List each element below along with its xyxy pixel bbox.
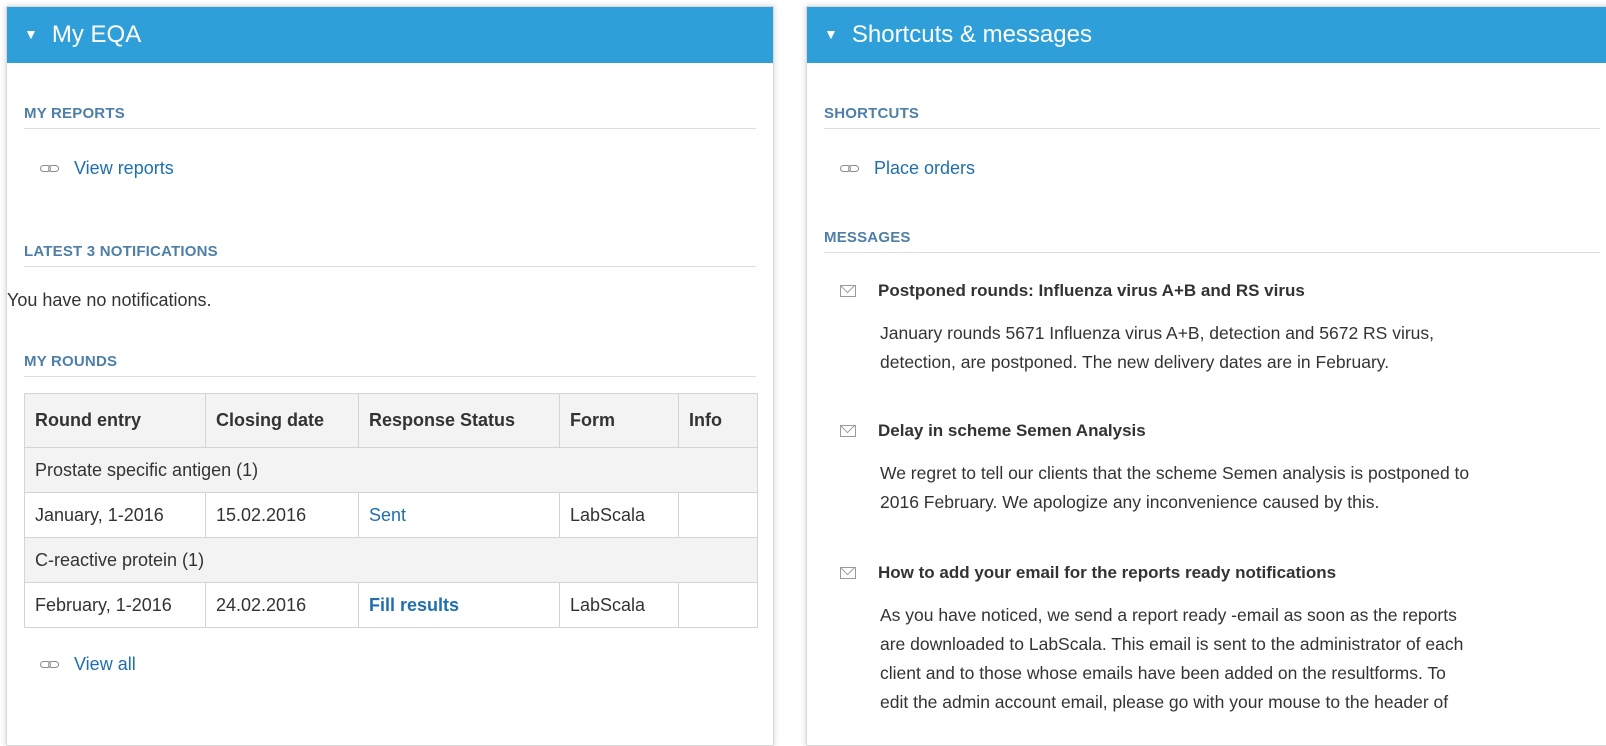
- message-line: January rounds 5671 Influenza virus A+B,…: [880, 323, 1435, 343]
- message-item: Delay in scheme Semen Analysis We regret…: [840, 421, 1570, 517]
- message-line: are downloaded to LabScala. This email i…: [880, 634, 1464, 654]
- info-cell: [678, 582, 758, 628]
- round-entry-cell: February, 1-2016: [24, 582, 206, 628]
- message-line: edit the admin account email, please go …: [880, 692, 1449, 712]
- message-line: 2016 February. We apologize any inconven…: [880, 492, 1380, 512]
- group-name: C-reactive protein (1): [24, 537, 758, 583]
- col-info[interactable]: Info: [678, 393, 758, 448]
- shortcuts-panel-header[interactable]: ▼ Shortcuts & messages: [807, 7, 1606, 63]
- response-status-cell: Sent: [358, 492, 560, 538]
- form-cell: LabScala: [559, 492, 679, 538]
- table-group-row: Prostate specific antigen (1): [24, 447, 758, 493]
- message-line: client and to those whose emails have be…: [880, 663, 1446, 683]
- closing-date-cell: 24.02.2016: [205, 582, 359, 628]
- notifications-heading: LATEST 3 NOTIFICATIONS: [24, 243, 756, 267]
- col-closing-date[interactable]: Closing date: [205, 393, 359, 448]
- envelope-icon: [840, 285, 856, 297]
- message-title: Delay in scheme Semen Analysis: [878, 421, 1146, 440]
- message-body: We regret to tell our clients that the s…: [880, 459, 1570, 517]
- message-body: January rounds 5671 Influenza virus A+B,…: [880, 319, 1570, 377]
- form-cell: LabScala: [559, 582, 679, 628]
- col-response-status[interactable]: Response Status: [358, 393, 560, 448]
- envelope-icon: [840, 567, 856, 579]
- table-header-row: Round entry Closing date Response Status…: [24, 393, 758, 448]
- envelope-icon: [840, 425, 856, 437]
- shortcuts-messages-panel: ▼ Shortcuts & messages SHORTCUTS Place o…: [806, 6, 1606, 746]
- message-title: Postponed rounds: Influenza virus A+B an…: [878, 281, 1305, 300]
- message-line: As you have noticed, we send a report re…: [880, 605, 1457, 625]
- fill-results-link[interactable]: Fill results: [369, 595, 459, 615]
- table-row: January, 1-2016 15.02.2016 Sent LabScala: [24, 492, 758, 538]
- message-body: As you have noticed, we send a report re…: [880, 601, 1570, 717]
- my-eqa-panel: ▼ My EQA MY REPORTS View reports LATEST …: [6, 6, 774, 746]
- info-cell: [678, 492, 758, 538]
- table-row: February, 1-2016 24.02.2016 Fill results…: [24, 582, 758, 628]
- table-group-row: C-reactive protein (1): [24, 537, 758, 583]
- place-orders-link[interactable]: Place orders: [874, 158, 975, 179]
- view-all-link[interactable]: View all: [74, 654, 136, 675]
- my-rounds-heading: MY ROUNDS: [24, 353, 756, 377]
- panel-title: My EQA: [51, 21, 142, 48]
- place-orders-row: Place orders: [840, 158, 975, 179]
- sent-link[interactable]: Sent: [369, 505, 406, 525]
- message-item: Postponed rounds: Influenza virus A+B an…: [840, 281, 1570, 377]
- view-reports-row: View reports: [40, 158, 174, 179]
- group-name: Prostate specific antigen (1): [24, 447, 758, 493]
- message-item: How to add your email for the reports re…: [840, 563, 1570, 717]
- col-form[interactable]: Form: [559, 393, 679, 448]
- link-icon: [840, 164, 860, 173]
- panel-title: Shortcuts & messages: [851, 21, 1092, 48]
- closing-date-cell: 15.02.2016: [205, 492, 359, 538]
- view-reports-link[interactable]: View reports: [74, 158, 174, 179]
- collapse-triangle-icon[interactable]: ▼: [824, 26, 838, 42]
- no-notifications-text: You have no notifications.: [7, 290, 212, 310]
- message-title-row[interactable]: Postponed rounds: Influenza virus A+B an…: [840, 281, 1570, 301]
- message-title-row[interactable]: Delay in scheme Semen Analysis: [840, 421, 1570, 441]
- link-icon: [40, 660, 60, 669]
- rounds-table: Round entry Closing date Response Status…: [24, 393, 758, 628]
- messages-heading: MESSAGES: [824, 229, 1600, 253]
- response-status-cell: Fill results: [358, 582, 560, 628]
- col-round-entry[interactable]: Round entry: [24, 393, 206, 448]
- message-title-row[interactable]: How to add your email for the reports re…: [840, 563, 1570, 583]
- view-all-row: View all: [40, 654, 136, 675]
- link-icon: [40, 164, 60, 173]
- my-eqa-panel-header[interactable]: ▼ My EQA: [7, 7, 773, 63]
- message-title: How to add your email for the reports re…: [878, 563, 1337, 582]
- my-reports-heading: MY REPORTS: [24, 105, 756, 129]
- message-line: We regret to tell our clients that the s…: [880, 463, 1470, 483]
- message-line: detection, are postponed. The new delive…: [880, 352, 1390, 372]
- round-entry-cell: January, 1-2016: [24, 492, 206, 538]
- shortcuts-heading: SHORTCUTS: [824, 105, 1600, 129]
- collapse-triangle-icon[interactable]: ▼: [24, 26, 38, 42]
